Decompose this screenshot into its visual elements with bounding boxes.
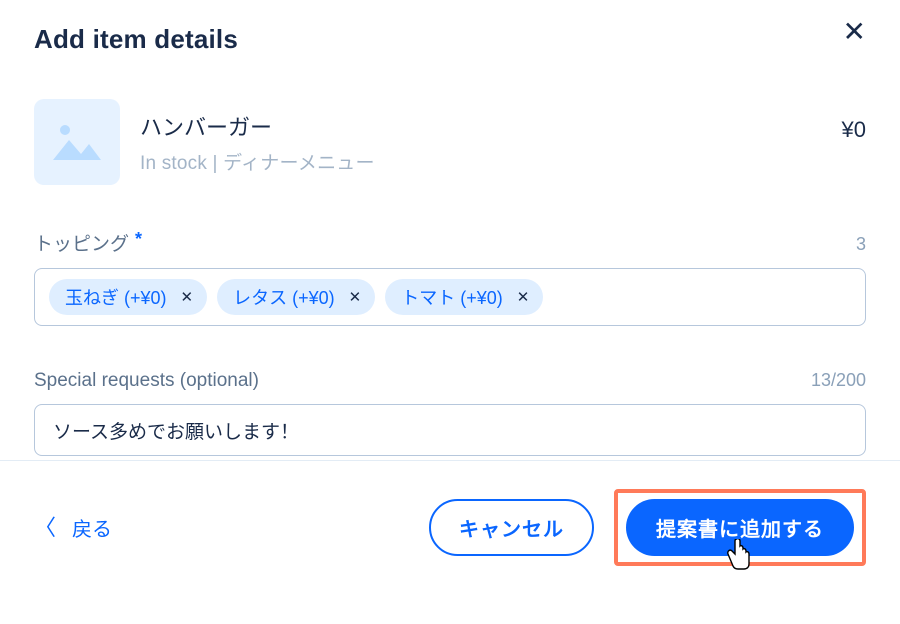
item-row: ハンバーガー In stock | ディナーメニュー ¥0 <box>34 99 866 185</box>
toppings-label: トッピング* <box>34 229 142 256</box>
image-placeholder-icon <box>51 120 103 164</box>
chip-label: トマト (+¥0) <box>401 284 503 310</box>
item-price: ¥0 <box>842 117 866 143</box>
dialog-content: ハンバーガー In stock | ディナーメニュー ¥0 トッピング* 3 玉… <box>0 55 900 460</box>
submit-highlight: 提案書に追加する <box>614 489 866 566</box>
topping-chip[interactable]: 玉ねぎ (+¥0) ✕ <box>49 279 207 315</box>
dialog-title: Add item details <box>34 24 238 55</box>
item-name: ハンバーガー <box>140 110 375 142</box>
dialog-footer: 〈 戻る キャンセル 提案書に追加する <box>0 460 900 624</box>
item-stock: In stock <box>140 153 207 174</box>
chip-label: 玉ねぎ (+¥0) <box>65 284 167 310</box>
back-link[interactable]: 〈 戻る <box>34 513 112 542</box>
chevron-left-icon: 〈 <box>34 517 56 539</box>
topping-chip[interactable]: トマト (+¥0) ✕ <box>385 279 543 315</box>
close-icon[interactable]: ✕ <box>843 18 866 46</box>
item-menu: ディナーメニュー <box>223 153 375 174</box>
special-requests-count: 13/200 <box>811 370 866 391</box>
toppings-field: トッピング* 3 玉ねぎ (+¥0) ✕ レタス (+¥0) ✕ トマト (+¥… <box>34 229 866 326</box>
required-star-icon: * <box>135 229 142 249</box>
chip-remove-icon[interactable]: ✕ <box>177 288 198 307</box>
submit-button[interactable]: 提案書に追加する <box>626 499 854 556</box>
cancel-button[interactable]: キャンセル <box>429 499 594 556</box>
dialog-header: Add item details ✕ <box>0 0 900 55</box>
add-item-dialog: Add item details ✕ ハンバーガー In stock | ディナ… <box>0 0 900 624</box>
toppings-input[interactable]: 玉ねぎ (+¥0) ✕ レタス (+¥0) ✕ トマト (+¥0) ✕ <box>34 268 866 326</box>
chip-label: レタス (+¥0) <box>233 284 335 310</box>
back-label: 戻る <box>72 513 112 542</box>
topping-chip[interactable]: レタス (+¥0) ✕ <box>217 279 375 315</box>
item-thumbnail-placeholder <box>34 99 120 185</box>
special-requests-label: Special requests (optional) <box>34 370 259 392</box>
special-requests-field: Special requests (optional) 13/200 <box>34 370 866 456</box>
toppings-count: 3 <box>856 234 866 255</box>
item-subtitle: In stock | ディナーメニュー <box>140 148 375 175</box>
chip-remove-icon[interactable]: ✕ <box>513 288 534 307</box>
chip-remove-icon[interactable]: ✕ <box>345 288 366 307</box>
special-requests-input[interactable] <box>34 404 866 456</box>
